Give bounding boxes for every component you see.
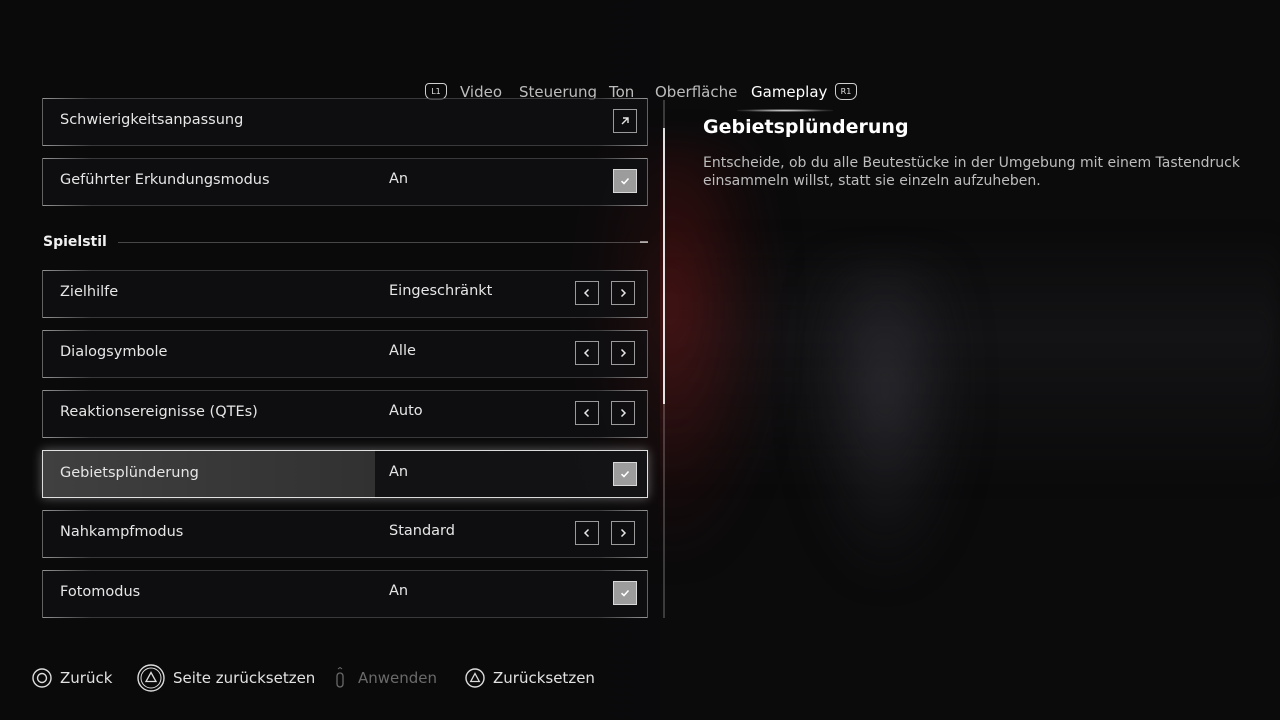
chevron-right-icon[interactable] [611, 521, 635, 545]
setting-label: Fotomodus [60, 584, 141, 600]
chevron-left-icon[interactable] [575, 281, 599, 305]
chevron-right-icon[interactable] [611, 401, 635, 425]
setting-value: An [389, 171, 409, 187]
setting-label: Zielhilfe [60, 284, 119, 300]
apply-label: Anwenden [358, 669, 438, 687]
touchpad-icon [330, 667, 350, 688]
checkbox-checked-icon[interactable] [613, 169, 637, 193]
setting-row-dialogsymbole[interactable]: Dialogsymbole Alle [42, 330, 648, 378]
description-title: Gebietsplünderung [703, 116, 909, 138]
reset-button[interactable]: Zurücksetzen [465, 666, 595, 690]
setting-value: Standard [389, 523, 455, 539]
setting-row-reaktionsereignisse[interactable]: Reaktionsereignisse (QTEs) Auto [42, 390, 648, 438]
r1-button-icon: R1 [835, 83, 857, 100]
setting-value: An [389, 464, 409, 480]
setting-row-schwierigkeitsanpassung[interactable]: Schwierigkeitsanpassung [42, 98, 648, 146]
tab-bar: L1 Video Steuerung Ton Oberfläche Gamepl… [0, 40, 1280, 112]
section-divider [118, 242, 648, 243]
setting-value: Eingeschränkt [389, 283, 493, 299]
setting-row-fotomodus[interactable]: Fotomodus An [42, 570, 648, 618]
chevron-left-icon[interactable] [575, 521, 599, 545]
setting-label: Dialogsymbole [60, 344, 168, 360]
back-button[interactable]: Zurück [32, 666, 112, 690]
setting-label: Reaktionsereignisse (QTEs) [60, 404, 258, 420]
setting-value: Auto [389, 403, 423, 419]
active-tab-indicator [737, 109, 833, 112]
triangle-button-icon [137, 664, 165, 692]
setting-value: Alle [389, 343, 416, 359]
section-collapse-icon [640, 241, 648, 243]
chevron-left-icon[interactable] [575, 341, 599, 365]
tab-gameplay[interactable]: Gameplay [751, 83, 827, 101]
checkbox-checked-icon[interactable] [613, 462, 637, 486]
setting-row-zielhilfe[interactable]: Zielhilfe Eingeschränkt [42, 270, 648, 318]
setting-label: Nahkampfmodus [60, 524, 184, 540]
chevron-right-icon[interactable] [611, 281, 635, 305]
reset-label: Zurücksetzen [493, 669, 595, 687]
setting-label: Schwierigkeitsanpassung [60, 112, 244, 128]
setting-row-gebietspluenderung[interactable]: Gebietsplünderung An [42, 450, 648, 498]
scrollbar-thumb[interactable] [663, 128, 665, 404]
setting-value: An [389, 583, 409, 599]
back-label: Zurück [60, 669, 113, 687]
description-body: Entscheide, ob du alle Beutestücke in de… [703, 155, 1240, 189]
setting-label: Gebietsplünderung [60, 465, 199, 481]
setting-row-gefuehrter-erkundungsmodus[interactable]: Geführter Erkundungsmodus An [42, 158, 648, 206]
checkbox-checked-icon[interactable] [613, 581, 637, 605]
reset-page-label: Seite zurücksetzen [173, 669, 316, 687]
reset-page-button[interactable]: Seite zurücksetzen [137, 664, 316, 692]
section-title: Spielstil [43, 234, 107, 250]
chevron-right-icon[interactable] [611, 341, 635, 365]
setting-row-nahkampfmodus[interactable]: Nahkampfmodus Standard [42, 510, 648, 558]
circle-button-icon [32, 668, 52, 688]
apply-button[interactable]: Anwenden [330, 666, 437, 690]
chevron-left-icon[interactable] [575, 401, 599, 425]
triangle-button-icon [465, 668, 485, 688]
tab-oberflaeche[interactable]: Oberfläche [655, 83, 737, 101]
external-link-icon[interactable] [613, 109, 637, 133]
setting-label: Geführter Erkundungsmodus [60, 172, 270, 188]
